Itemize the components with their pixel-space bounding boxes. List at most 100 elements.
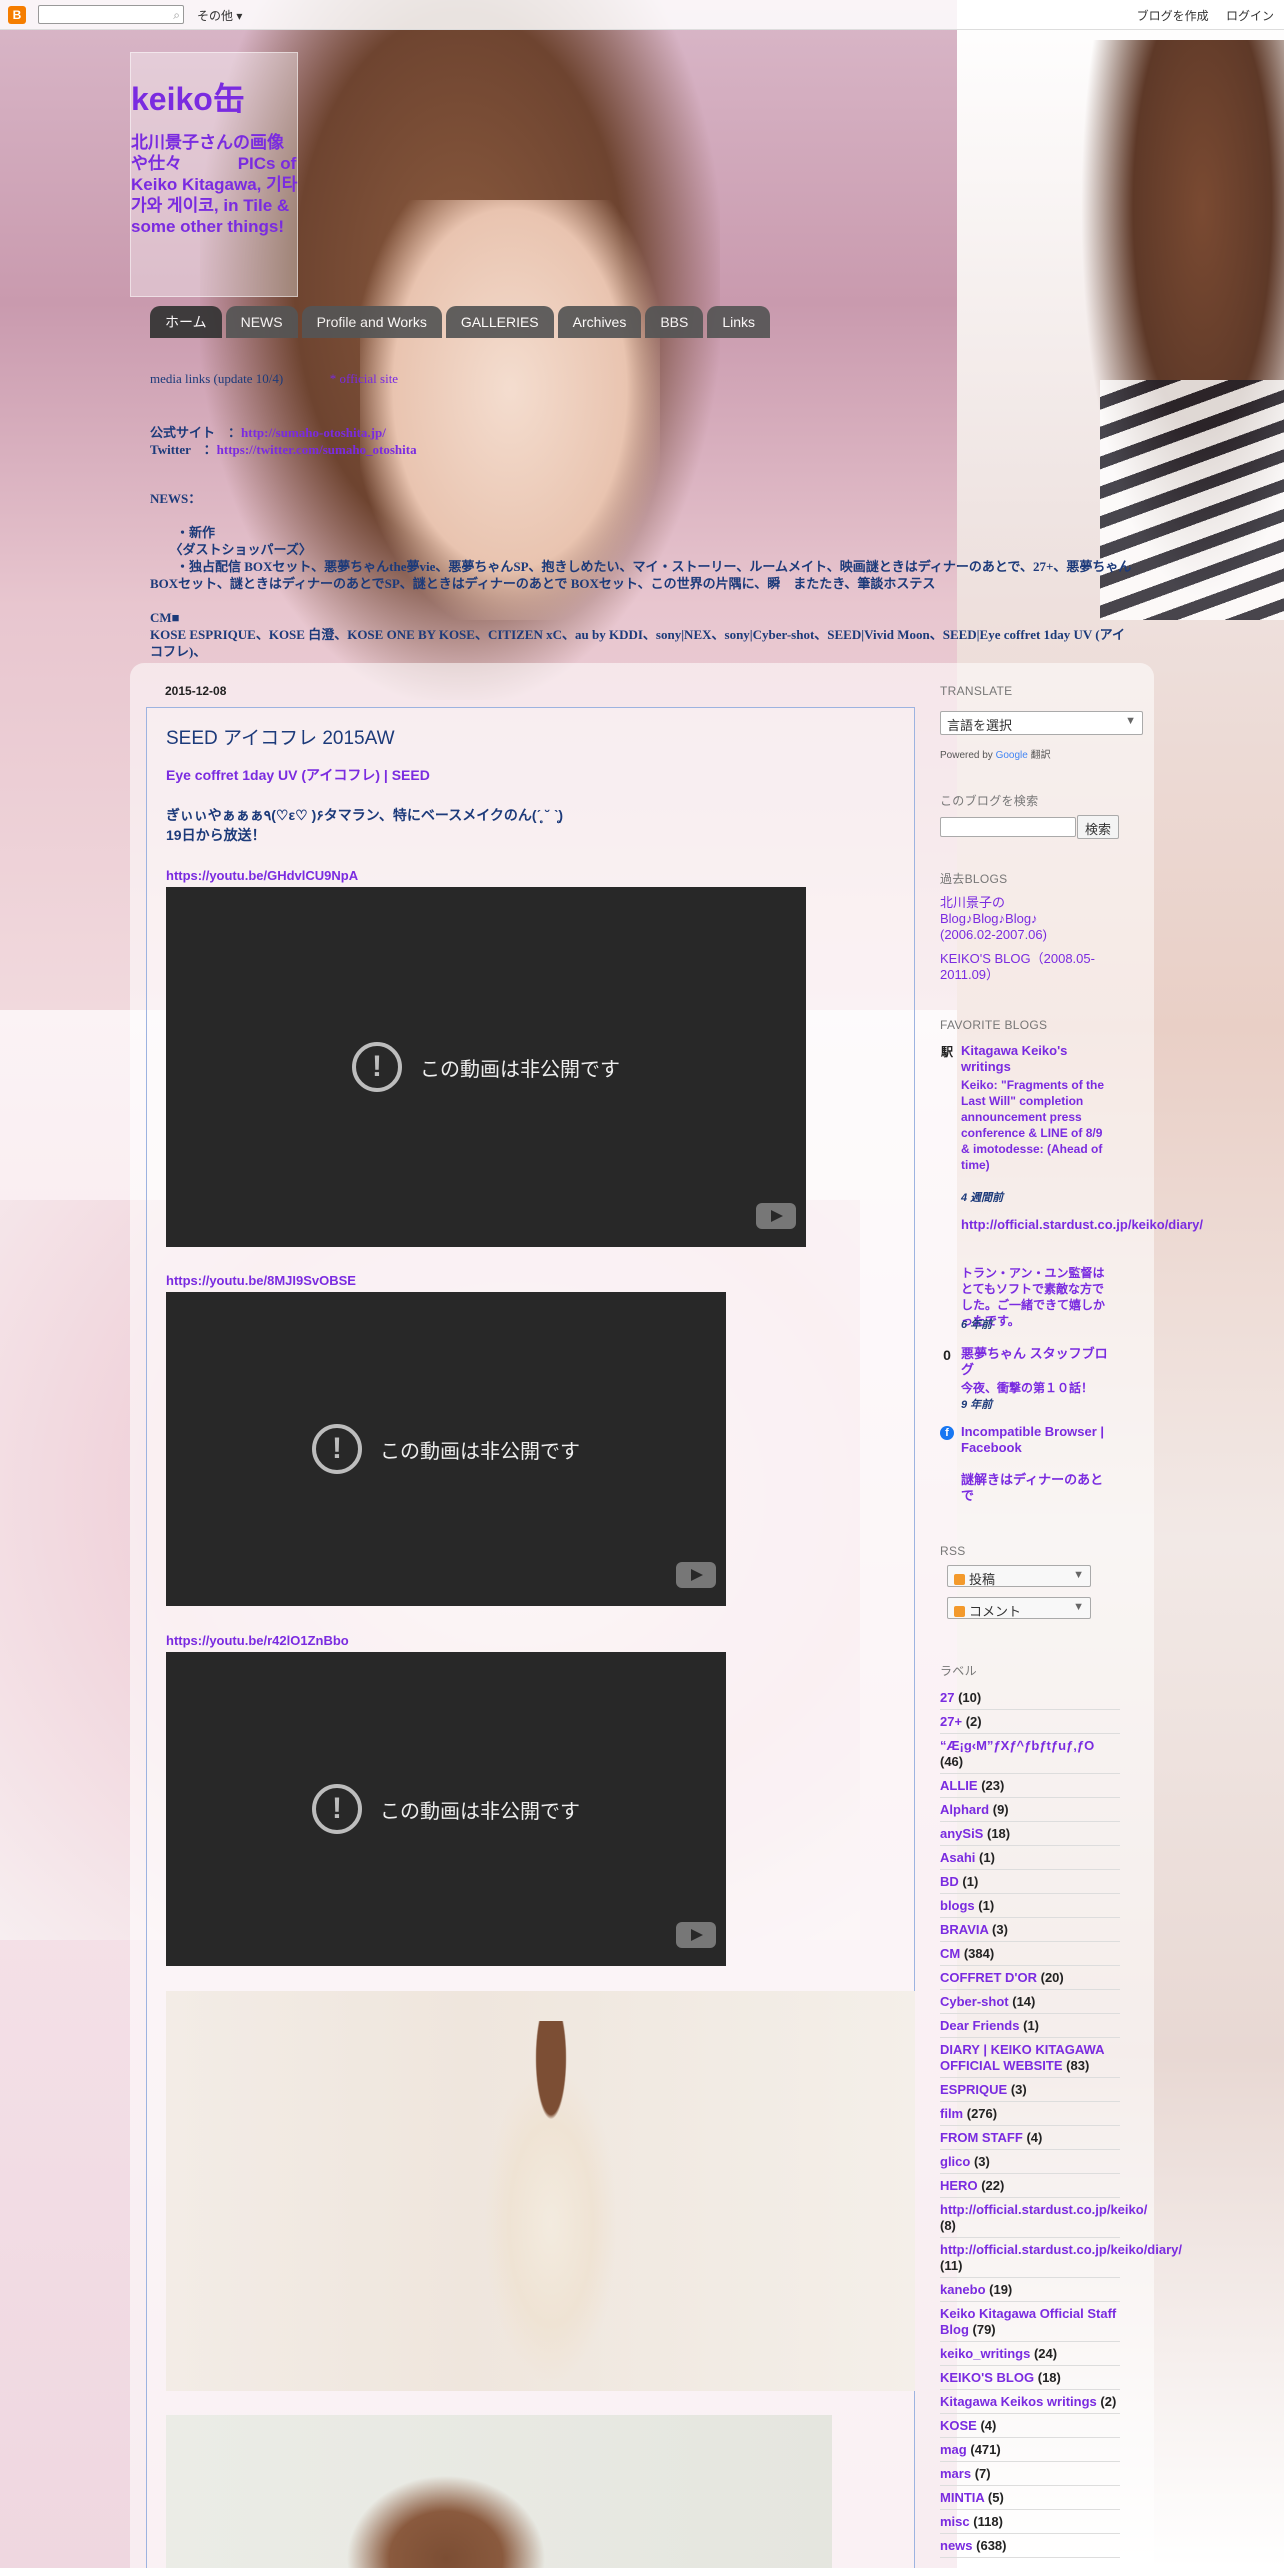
search-icon[interactable]: ⌕ <box>173 8 180 23</box>
label-link[interactable]: Asahi <box>940 1850 975 1865</box>
label-link[interactable]: kanebo <box>940 2282 986 2297</box>
fav-blog-title-3[interactable]: 悪夢ちゃん スタッフブログ <box>961 1346 1111 1378</box>
label-link[interactable]: film <box>940 2106 963 2121</box>
tab-links[interactable]: Links <box>707 306 771 338</box>
label-link[interactable]: mag <box>940 2442 967 2457</box>
label-link[interactable]: Dear Friends <box>940 2018 1019 2033</box>
label-link[interactable]: misc <box>940 2514 970 2529</box>
rss-posts-select[interactable]: 投稿 ▼ <box>947 1565 1091 1587</box>
fav-blog-post-1[interactable]: Keiko: "Fragments of the Last Will" comp… <box>961 1077 1111 1173</box>
label-link[interactable]: COFFRET D'OR <box>940 1970 1037 1985</box>
label-link[interactable]: Keiko Kitagawa Official Staff Blog <box>940 2306 1116 2337</box>
youtube-logo-icon[interactable] <box>676 1562 716 1588</box>
label-link[interactable]: KEIKO'S BLOG <box>940 2370 1034 2385</box>
past-blog-link-2[interactable]: KEIKO'S BLOG（2008.05-2011.09） <box>940 951 1120 983</box>
fav-blog-title-1[interactable]: Kitagawa Keiko's writings <box>961 1043 1111 1075</box>
translate-link[interactable]: 翻訳 <box>1031 750 1051 761</box>
label-item: ESPRIQUE (3) <box>940 2078 1120 2102</box>
label-link[interactable]: KOSE <box>940 2418 977 2433</box>
fav-blog-title-2[interactable]: http://official.stardust.co.jp/keiko/dia… <box>961 1217 1203 1233</box>
youtube-logo-icon[interactable] <box>756 1203 796 1229</box>
label-link[interactable]: 27+ <box>940 1714 962 1729</box>
youtube-logo-icon[interactable] <box>676 1922 716 1948</box>
label-link[interactable]: ALLIE <box>940 1778 978 1793</box>
label-link[interactable]: MINTIA <box>940 2490 984 2505</box>
login-link[interactable]: ログイン <box>1226 9 1274 23</box>
blogger-logo-icon[interactable]: B <box>8 6 26 24</box>
official-site-url-link[interactable]: http://sumaho-otoshita.jp/ <box>241 425 386 440</box>
label-link[interactable]: ESPRIQUE <box>940 2082 1007 2097</box>
private-video-icon: ! <box>312 1784 362 1834</box>
rss-comments-select[interactable]: コメント ▼ <box>947 1597 1091 1619</box>
label-link[interactable]: http://official.stardust.co.jp/keiko/ <box>940 2202 1147 2217</box>
label-item: CM (384) <box>940 1942 1120 1966</box>
label-link[interactable]: FROM STAFF <box>940 2130 1023 2145</box>
label-count: (20) <box>1040 1970 1064 1985</box>
blog-search-input[interactable] <box>940 817 1076 837</box>
video-url-link-2[interactable]: https://youtu.be/8MJI9SvOBSE <box>166 1271 356 1291</box>
fav-blog-time-3: 9 年前 <box>961 1399 993 1411</box>
tab-profile-and-works[interactable]: Profile and Works <box>301 306 442 338</box>
video-player-3[interactable]: ! この動画は非公開です <box>166 1652 726 1966</box>
fav-blog-title-4[interactable]: Incompatible Browser | Facebook <box>961 1424 1111 1456</box>
tab-news[interactable]: NEWS <box>225 306 298 338</box>
label-link[interactable]: BRAVIA <box>940 1922 988 1937</box>
navbar-more-menu[interactable]: その他 ▾ <box>197 7 242 24</box>
fav-blog-post-3[interactable]: 今夜、衝撃の第１０話！ <box>961 1379 1111 1396</box>
label-item: Keiko Kitagawa Official Staff Blog (79) <box>940 2302 1120 2342</box>
label-item: HERO (22) <box>940 2174 1120 2198</box>
video-url-link-1[interactable]: https://youtu.be/GHdvlCU9NpA <box>166 866 358 886</box>
post-title[interactable]: SEED アイコフレ 2015AW <box>166 723 395 750</box>
search-button[interactable]: 検索 <box>1077 815 1119 839</box>
label-link[interactable]: blogs <box>940 1898 975 1913</box>
label-item: “Æ¡g‹M”ƒXƒ^ƒbƒtƒuƒ‚ƒO (46) <box>940 1734 1120 1774</box>
label-link[interactable]: glico <box>940 2154 970 2169</box>
tab-archives[interactable]: Archives <box>557 306 642 338</box>
label-link[interactable]: Cyber-shot <box>940 1994 1009 2009</box>
favorite-blogs-heading: FAVORITE BLOGS <box>940 1018 1048 1032</box>
label-link[interactable]: “Æ¡g‹M”ƒXƒ^ƒbƒtƒuƒ‚ƒO <box>940 1738 1094 1753</box>
video-player-1[interactable]: ! この動画は非公開です <box>166 887 806 1247</box>
photo-figure <box>466 2021 636 2391</box>
label-item: Kitagawa Keikos writings (2) <box>940 2390 1120 2414</box>
tab-bbs[interactable]: BBS <box>645 306 704 338</box>
label-link[interactable]: Kitagawa Keikos writings <box>940 2394 1097 2409</box>
label-item: 27+ (2) <box>940 1710 1120 1734</box>
label-count: (118) <box>973 2514 1003 2529</box>
navbar-search-input[interactable]: ⌕ <box>38 5 184 24</box>
label-link[interactable]: mars <box>940 2466 971 2481</box>
past-blog-link-1[interactable]: 北川景子の Blog♪Blog♪Blog♪ (2006.02-2007.06) <box>940 895 1070 943</box>
tab-home[interactable]: ホーム <box>150 306 222 338</box>
language-select[interactable]: 言語を選択 ▼ <box>940 711 1143 735</box>
twitter-url-link[interactable]: https://twitter.com/sumaho_otoshita <box>217 442 417 457</box>
label-link[interactable]: 27 <box>940 1690 954 1705</box>
video-url-link-3[interactable]: https://youtu.be/r42lO1ZnBbo <box>166 1631 349 1651</box>
eye-coffret-link[interactable]: Eye coffret 1day UV (アイコフレ) | SEED <box>166 765 430 785</box>
label-link[interactable]: BD <box>940 1874 959 1889</box>
label-link[interactable]: anySiS <box>940 1826 983 1841</box>
post-photo-2[interactable] <box>166 2415 832 2568</box>
cm-heading: CM■ <box>150 610 180 625</box>
label-link[interactable]: HERO <box>940 2178 978 2193</box>
post-photo-1[interactable] <box>166 1991 915 2391</box>
blog-description: 北川景子さんの画像や仕々 PICs of Keiko Kitagawa, 기타가… <box>131 133 298 236</box>
label-count: (14) <box>1012 1994 1036 2009</box>
label-link[interactable]: keiko_writings <box>940 2346 1030 2361</box>
rss-heading: RSS <box>940 1544 966 1558</box>
post-text-2: 19日から放送！ <box>166 827 266 843</box>
translate-heading: TRANSLATE <box>940 684 1013 698</box>
tab-galleries[interactable]: GALLERIES <box>445 306 554 338</box>
label-link[interactable]: http://official.stardust.co.jp/keiko/dia… <box>940 2242 1182 2257</box>
label-item: blogs (1) <box>940 1894 1120 1918</box>
label-link[interactable]: Alphard <box>940 1802 989 1817</box>
facebook-icon: f <box>940 1426 954 1440</box>
official-site-link[interactable]: * official site <box>330 371 398 386</box>
create-blog-link[interactable]: ブログを作成 <box>1137 9 1209 23</box>
video-player-2[interactable]: ! この動画は非公開です <box>166 1292 726 1606</box>
label-link[interactable]: news <box>940 2538 973 2553</box>
label-item: DIARY | KEIKO KITAGAWA OFFICIAL WEBSITE … <box>940 2038 1120 2078</box>
blog-title[interactable]: keiko缶 <box>131 74 245 120</box>
fav-blog-title-5[interactable]: 謎解きはディナーのあとで <box>961 1472 1111 1504</box>
label-link[interactable]: CM <box>940 1946 960 1961</box>
label-count: (18) <box>986 1826 1011 1841</box>
